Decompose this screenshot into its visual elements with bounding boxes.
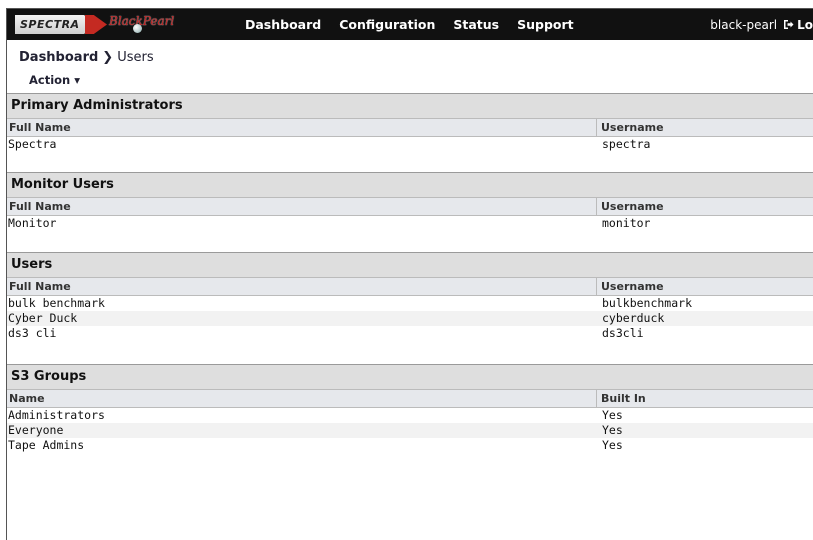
col-full-name[interactable]: Full Name [7,278,597,295]
col-username[interactable]: Username [597,198,664,215]
section-title: Monitor Users [7,172,813,198]
col-name[interactable]: Name [7,390,597,407]
chevron-right-icon: ❯ [102,50,114,65]
table-header: Full Name Username [7,278,813,296]
table-header: Name Built In [7,390,813,408]
cell-username: cyberduck [602,311,665,325]
user-name[interactable]: black-pearl [710,18,777,32]
col-full-name[interactable]: Full Name [7,198,597,215]
app-frame: SPECTRA BlackPearl Dashboard Configurati… [6,8,813,540]
s3-groups-section: S3 Groups Name Built In Administrators Y… [7,364,813,453]
nav-dashboard[interactable]: Dashboard [245,17,321,32]
user-area: black-pearl Lo [710,18,813,32]
logo-red-chevron [85,15,107,34]
spectra-blackpearl-logo[interactable]: SPECTRA BlackPearl [7,9,179,40]
col-full-name[interactable]: Full Name [7,119,597,136]
cell-built-in: Yes [602,408,623,422]
cell-username: spectra [602,137,651,151]
nav-configuration[interactable]: Configuration [339,17,435,32]
col-built-in[interactable]: Built In [597,390,646,407]
table-row[interactable]: Monitor monitor [7,216,813,231]
cell-username: bulkbenchmark [602,296,693,310]
table-row[interactable]: ds3 cli ds3cli [7,326,813,341]
cell-full-name: Cyber Duck [8,311,78,325]
table-row[interactable]: Cyber Duck cyberduck [7,311,813,326]
col-username[interactable]: Username [597,119,664,136]
breadcrumb-current: Users [117,50,154,65]
breadcrumb-dashboard[interactable]: Dashboard [19,50,98,65]
table-header: Full Name Username [7,198,813,216]
section-title: S3 Groups [7,364,813,390]
cell-username: ds3cli [602,326,644,340]
cell-username: monitor [602,216,651,230]
top-navbar: SPECTRA BlackPearl Dashboard Configurati… [7,9,813,40]
action-menu-button[interactable]: Action ▾ [29,73,80,87]
cell-built-in: Yes [602,438,623,452]
cell-full-name: ds3 cli [8,326,57,340]
section-title: Primary Administrators [7,93,813,119]
section-title: Users [7,252,813,278]
table-row[interactable]: Spectra spectra [7,137,813,152]
breadcrumb: Dashboard ❯ Users [7,40,813,65]
table-header: Full Name Username [7,119,813,137]
table-row[interactable]: bulk benchmark bulkbenchmark [7,296,813,311]
nav-support[interactable]: Support [517,17,574,32]
table-row[interactable]: Everyone Yes [7,423,813,438]
pearl-icon [133,24,142,33]
nav-status[interactable]: Status [453,17,499,32]
users-section: Users Full Name Username bulk benchmark … [7,252,813,341]
cell-built-in: Yes [602,423,623,437]
table-row[interactable]: Tape Admins Yes [7,438,813,453]
cell-name: Tape Admins [8,438,85,452]
logout-icon [784,20,794,29]
cell-name: Everyone [8,423,64,437]
table-row[interactable]: Administrators Yes [7,408,813,423]
cell-full-name: Spectra [8,137,57,151]
cell-full-name: Monitor [8,216,57,230]
primary-admins-section: Primary Administrators Full Name Usernam… [7,93,813,152]
monitor-users-section: Monitor Users Full Name Username Monitor… [7,172,813,231]
cell-full-name: bulk benchmark [8,296,105,310]
main-nav: Dashboard Configuration Status Support [245,17,574,32]
col-username[interactable]: Username [597,278,664,295]
logout-label: Lo [797,17,813,32]
logout-button[interactable]: Lo [783,18,813,32]
cell-name: Administrators [8,408,105,422]
